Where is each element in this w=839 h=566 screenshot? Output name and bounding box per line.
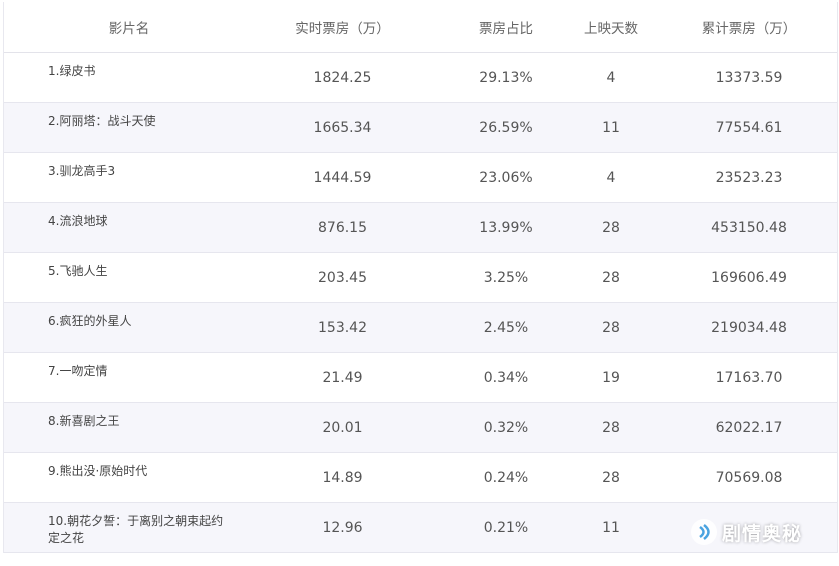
box-office-share: 0.32% [483, 419, 529, 436]
film-name: 5.飞驰人生 [48, 264, 108, 278]
screening-days: 4 [606, 169, 616, 186]
table-row: 6.疯狂的外星人 153.42 2.45% 28 219034.48 [4, 303, 837, 353]
total-box-office: 13373.59 [715, 69, 783, 86]
screening-days: 28 [602, 319, 620, 336]
table-row: 4.流浪地球 876.15 13.99% 28 453150.48 [4, 203, 837, 253]
total-box-office: 62022.17 [715, 419, 783, 436]
table-row: 9.熊出没·原始时代 14.89 0.24% 28 70569.08 [4, 453, 837, 503]
table-row: 8.新喜剧之王 20.01 0.32% 28 62022.17 [4, 403, 837, 453]
screening-days: 28 [602, 419, 620, 436]
header-name: 影片名 [108, 21, 150, 37]
table-row: 3.驯龙高手3 1444.59 23.06% 4 23523.23 [4, 153, 837, 203]
realtime-box-office: 21.49 [322, 369, 363, 386]
box-office-share: 0.24% [483, 469, 529, 486]
screening-days: 28 [602, 469, 620, 486]
realtime-box-office: 153.42 [318, 319, 367, 336]
box-office-share: 23.06% [479, 169, 533, 186]
box-office-table: 影片名 实时票房（万） 票房占比 上映天数 累计票房（万） 1.绿皮书 1824… [3, 2, 838, 553]
screening-days: 11 [602, 519, 620, 536]
table-row: 2.阿丽塔：战斗天使 1665.34 26.59% 11 77554.61 [4, 103, 837, 153]
box-office-share: 0.21% [483, 519, 529, 536]
screening-days: 11 [602, 119, 620, 136]
header-share: 票房占比 [479, 21, 533, 37]
table-row: 5.飞驰人生 203.45 3.25% 28 169606.49 [4, 253, 837, 303]
sound-logo-icon [691, 519, 717, 545]
box-office-share: 2.45% [483, 319, 529, 336]
film-name: 3.驯龙高手3 [48, 164, 116, 178]
total-box-office: 77554.61 [715, 119, 783, 136]
screening-days: 4 [606, 69, 616, 86]
film-name: 2.阿丽塔：战斗天使 [48, 114, 156, 128]
total-box-office: 219034.48 [711, 319, 787, 336]
realtime-box-office: 20.01 [322, 419, 363, 436]
watermark-text: 剧情奥秘 [722, 522, 803, 545]
film-name: 4.流浪地球 [48, 214, 108, 228]
box-office-share: 13.99% [479, 219, 533, 236]
realtime-box-office: 1824.25 [313, 69, 372, 86]
header-total: 累计票房（万） [701, 21, 797, 37]
box-office-share: 29.13% [479, 69, 533, 86]
film-name: 9.熊出没·原始时代 [48, 464, 148, 478]
realtime-box-office: 1665.34 [313, 119, 372, 136]
box-office-share: 0.34% [483, 369, 529, 386]
table-row: 1.绿皮书 1824.25 29.13% 4 13373.59 [4, 53, 837, 103]
total-box-office: 70569.08 [715, 469, 783, 486]
table-row: 7.一吻定情 21.49 0.34% 19 17163.70 [4, 353, 837, 403]
realtime-box-office: 203.45 [318, 269, 367, 286]
total-box-office: 169606.49 [711, 269, 787, 286]
table-header: 影片名 实时票房（万） 票房占比 上映天数 累计票房（万） [4, 2, 837, 53]
film-name: 1.绿皮书 [48, 64, 96, 78]
total-box-office: 453150.48 [711, 219, 787, 236]
film-name: 7.一吻定情 [48, 364, 108, 378]
watermark: 剧情奥秘 [690, 518, 802, 546]
film-name: 10.朝花夕誓：于离别之朝束起约定之花 [48, 514, 224, 545]
film-name: 8.新喜剧之王 [48, 414, 120, 428]
screening-days: 28 [602, 269, 620, 286]
realtime-box-office: 14.89 [322, 469, 363, 486]
realtime-box-office: 876.15 [318, 219, 367, 236]
header-days: 上映天数 [584, 21, 638, 37]
screening-days: 28 [602, 219, 620, 236]
total-box-office: 17163.70 [715, 369, 783, 386]
screening-days: 19 [602, 369, 620, 386]
box-office-share: 26.59% [479, 119, 533, 136]
box-office-share: 3.25% [483, 269, 529, 286]
realtime-box-office: 12.96 [322, 519, 363, 536]
film-name: 6.疯狂的外星人 [48, 314, 132, 328]
realtime-box-office: 1444.59 [313, 169, 372, 186]
header-realtime: 实时票房（万） [295, 21, 390, 37]
total-box-office: 23523.23 [715, 169, 783, 186]
